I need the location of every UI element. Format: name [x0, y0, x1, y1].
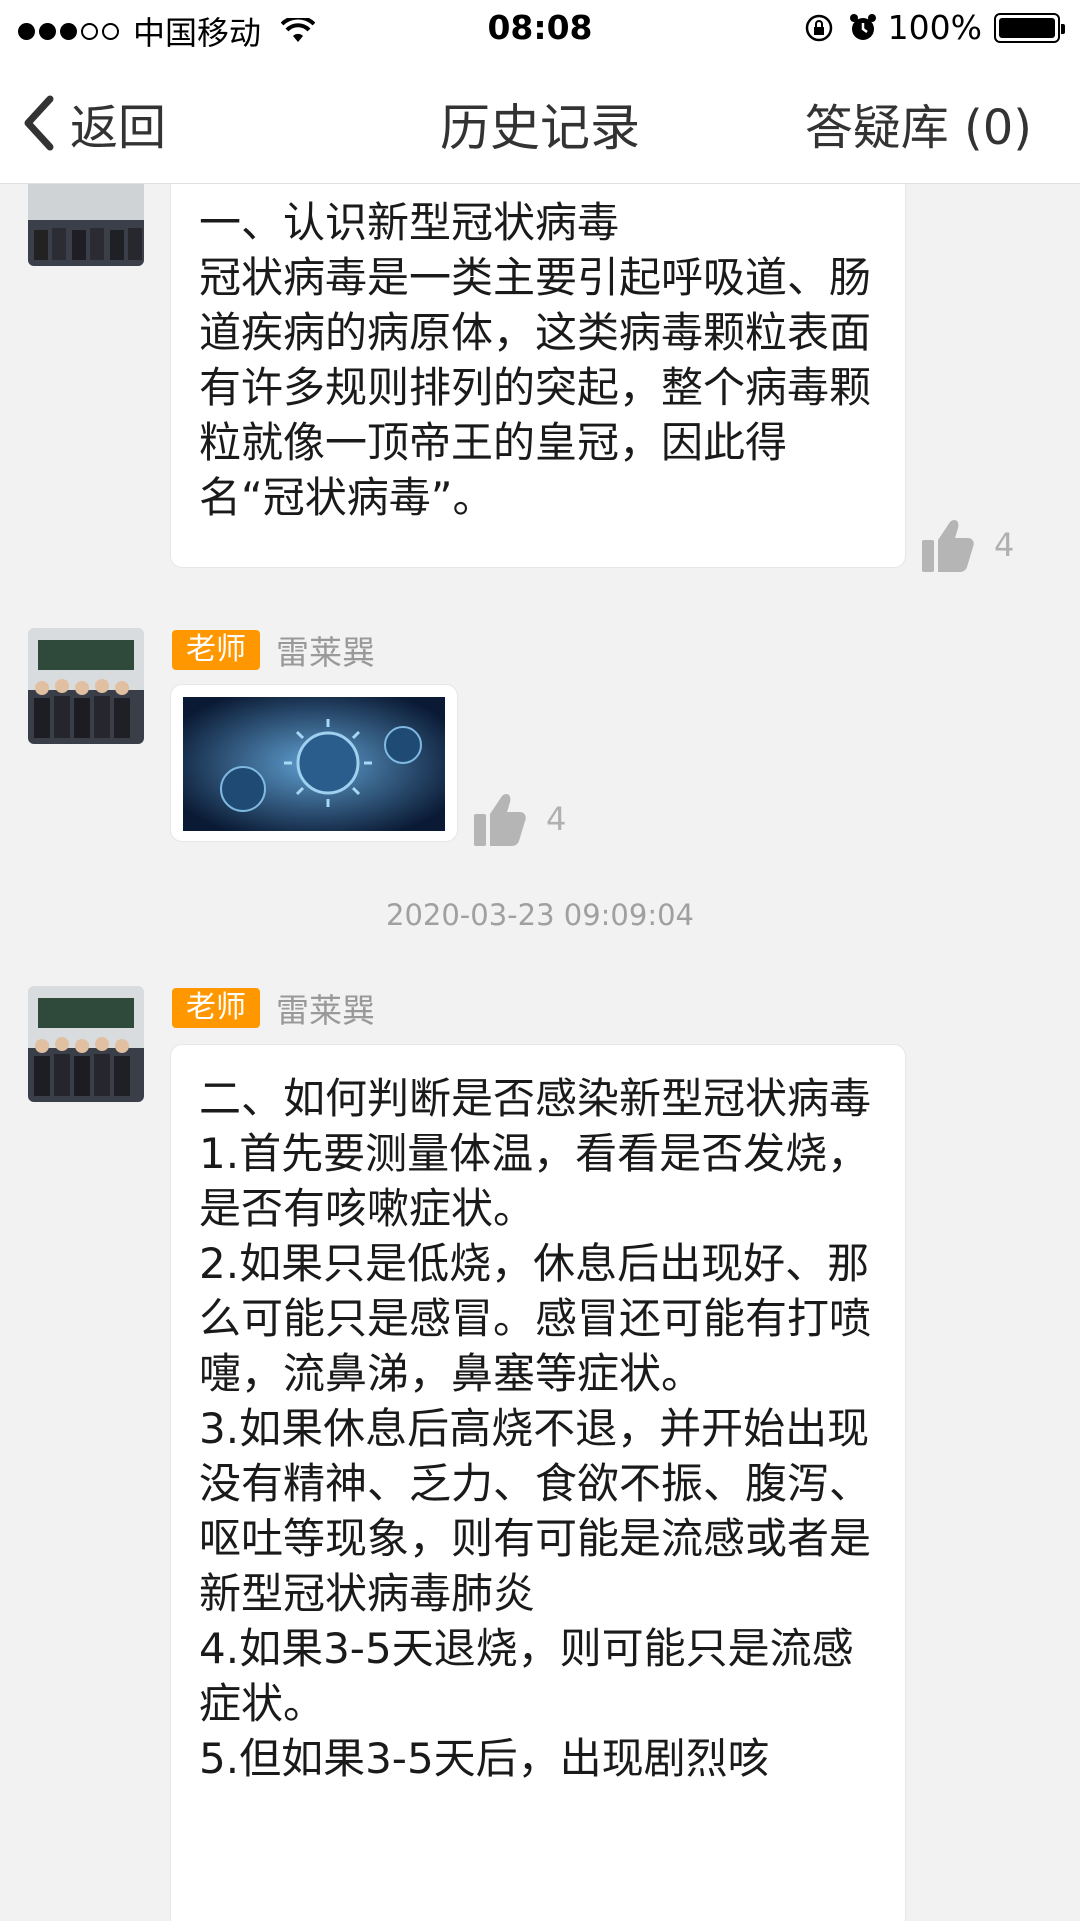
status-right: 100% [804, 8, 1065, 47]
avatar[interactable] [28, 986, 144, 1102]
message-timestamp: 2020-03-23 09:09:04 [386, 898, 694, 932]
thumbs-up-icon [474, 794, 526, 846]
qa-library-button[interactable]: 答疑库 (0) [805, 88, 1032, 158]
message-bubble[interactable]: 一、认识新型冠状病毒 冠状病毒是一类主要引起呼吸道、肠道疾病的病原体，这类病毒颗… [170, 184, 906, 568]
message-bubble[interactable]: 二、如何判断是否感染新型冠状病毒 1.首先要测量体温，看看是否发烧，是否有咳嗽症… [170, 1044, 906, 1921]
sender-name: 雷莱巽 [276, 633, 375, 672]
status-bar: 中国移动 08:08 100% [0, 0, 1080, 58]
image-bubble[interactable] [170, 684, 458, 842]
message-list[interactable]: 一、认识新型冠状病毒 冠状病毒是一类主要引起呼吸道、肠道疾病的病原体，这类病毒颗… [0, 184, 1080, 1921]
sender-info: 老师 雷莱巽 [172, 984, 375, 1032]
teacher-badge: 老师 [172, 630, 260, 670]
message-text: 一、认识新型冠状病毒 冠状病毒是一类主要引起呼吸道、肠道疾病的病原体，这类病毒颗… [199, 198, 872, 522]
like-count: 4 [546, 800, 567, 838]
avatar[interactable] [28, 628, 144, 744]
coronavirus-image[interactable] [183, 697, 445, 831]
avatar[interactable] [28, 184, 144, 266]
like-count: 4 [994, 526, 1015, 564]
sender-info: 老师 雷莱巽 [172, 626, 375, 674]
sender-name: 雷莱巽 [276, 991, 375, 1030]
teacher-badge: 老师 [172, 988, 260, 1028]
rotation-lock-icon [805, 14, 832, 41]
like-button[interactable]: 4 [922, 518, 1014, 572]
navigation-bar: 返回 历史记录 答疑库 (0) [0, 58, 1080, 184]
alarm-icon [849, 13, 876, 40]
battery-icon [994, 12, 1065, 43]
thumbs-up-icon [922, 520, 974, 572]
battery-percentage: 100% [887, 8, 982, 47]
like-button[interactable]: 4 [474, 792, 566, 846]
message-text: 二、如何判断是否感染新型冠状病毒 1.首先要测量体温，看看是否发烧，是否有咳嗽症… [199, 1074, 872, 1783]
